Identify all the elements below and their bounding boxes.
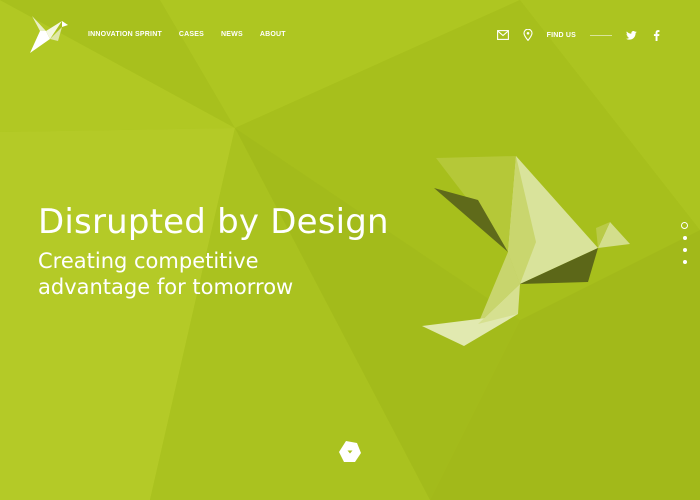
facebook-link[interactable] (653, 29, 660, 41)
header-actions: FIND US (496, 27, 660, 43)
slide-dot-1[interactable] (681, 222, 688, 229)
slide-dot-3[interactable] (682, 248, 687, 252)
slide-indicators (680, 222, 689, 272)
mail-icon (496, 30, 509, 40)
slide-dot-2[interactable] (682, 236, 687, 240)
header-divider (590, 34, 612, 36)
nav-innovation-sprint[interactable]: INNOVATION SPRINT (88, 31, 162, 38)
slide-dot-4[interactable] (682, 260, 687, 264)
facebook-icon (653, 29, 660, 41)
main-nav: INNOVATION SPRINT CASES NEWS ABOUT (88, 31, 303, 38)
landing-page: INNOVATION SPRINT CASES NEWS ABOUT FIND … (0, 0, 700, 500)
hero-subtitle: Creating competitive advantage for tomor… (38, 249, 294, 299)
nav-about[interactable]: ABOUT (260, 31, 286, 38)
location-pin-icon (523, 29, 533, 41)
mail-button[interactable] (496, 30, 523, 40)
origami-bird-logo-icon[interactable] (28, 13, 74, 55)
nav-news[interactable]: NEWS (221, 31, 243, 38)
scroll-down-button[interactable] (338, 440, 362, 464)
find-us-link[interactable]: FIND US (547, 32, 576, 39)
origami-bird-illustration (422, 156, 630, 346)
twitter-icon (626, 30, 637, 40)
twitter-link[interactable] (626, 30, 653, 40)
location-button[interactable] (523, 29, 547, 41)
nav-cases[interactable]: CASES (179, 31, 204, 38)
hero-title: Disrupted by Design (38, 202, 389, 242)
